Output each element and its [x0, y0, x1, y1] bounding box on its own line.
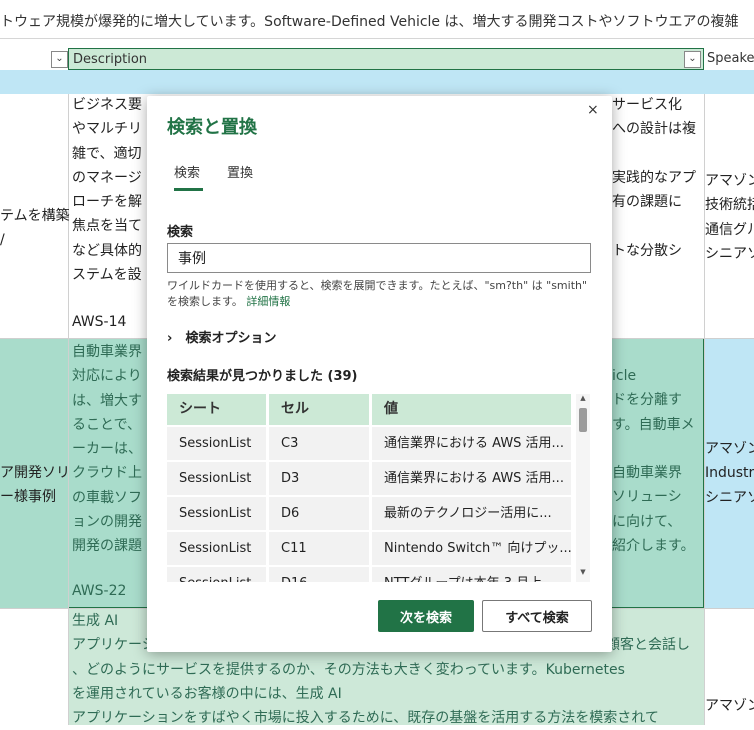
result-sheet[interactable]: SessionList — [167, 497, 266, 530]
find-all-button[interactable]: すべて検索 — [482, 600, 592, 632]
cell-text: AWS-22 — [72, 583, 127, 599]
result-sheet[interactable]: SessionList — [167, 567, 266, 582]
learn-more-link[interactable]: 詳細情報 — [246, 295, 290, 308]
cell-text: icle ドを分離す す。自動車メ 自動車業界 ソリューシ に向けて、 紹介します。 — [612, 368, 695, 555]
tab-find[interactable]: 検索 — [174, 162, 200, 181]
result-sheet[interactable]: SessionList — [167, 427, 266, 460]
grid-line — [68, 94, 69, 725]
header-band — [0, 70, 754, 94]
column-header-sheet[interactable]: シート — [167, 394, 266, 425]
results-table: シート セル 値 SessionList C3 通信業界における AWS 活用.… — [167, 394, 571, 582]
find-replace-dialog: 検索と置換 × 検索 置換 検索 ワイルドカードを使用すると、検索を展開できます… — [147, 96, 612, 652]
close-icon[interactable]: × — [587, 102, 599, 118]
column-header-row: ⌄ Description ⌄ Speakers — [0, 48, 754, 70]
cell-text: アマゾン — [705, 698, 754, 714]
results-scrollbar[interactable]: ▲ ▼ — [576, 394, 590, 582]
cell-text: アマゾンIndustr シニアソ — [705, 441, 754, 506]
cell-text: サービス化 への設計は複 実践的なアプ 有の課題に トな分散シ — [612, 97, 696, 259]
chevron-right-icon: › — [167, 331, 173, 346]
results-title: 検索結果が見つかりました (39) — [167, 369, 358, 384]
cell-text: / — [0, 232, 5, 248]
tab-find-label: 検索 — [174, 166, 201, 181]
search-input[interactable] — [167, 243, 591, 273]
scroll-up-icon[interactable]: ▲ — [576, 394, 590, 406]
cell-text: ア開発ソリ ー様事例 — [0, 465, 70, 506]
search-options-toggle[interactable]: › 検索オプション — [167, 327, 277, 346]
cell-text: 顧客と会話し — [606, 637, 690, 653]
result-value[interactable]: 最新のテクノロジー活用に... — [372, 497, 571, 530]
result-value[interactable]: Nintendo Switch™ 向けプッ... — [372, 532, 571, 565]
filter-dropdown-icon[interactable]: ⌄ — [684, 51, 701, 68]
dialog-title: 検索と置換 — [167, 117, 257, 138]
find-next-button[interactable]: 次を検索 — [378, 600, 474, 632]
column-header-cell[interactable]: セル — [269, 394, 369, 425]
result-value[interactable]: NTTグループは本年 3 月上... — [372, 567, 571, 582]
result-cell[interactable]: C3 — [269, 427, 369, 460]
result-cell[interactable]: D6 — [269, 497, 369, 530]
description-header-label: Description — [73, 52, 148, 67]
result-sheet[interactable]: SessionList — [167, 532, 266, 565]
result-cell[interactable]: D16 — [269, 567, 369, 582]
formula-bar[interactable]: トウェア規模が爆発的に増大しています。Software-Defined Vehi… — [0, 0, 754, 39]
cell-text: AWS-14 — [72, 314, 127, 330]
formula-bar-text: トウェア規模が爆発的に増大しています。Software-Defined Vehi… — [0, 14, 739, 30]
result-sheet[interactable]: SessionList — [167, 462, 266, 495]
description-column-header[interactable]: Description — [68, 48, 704, 70]
column-header-value[interactable]: 値 — [372, 394, 571, 425]
speakers-header-label: Speakers — [707, 51, 754, 66]
scroll-down-icon[interactable]: ▼ — [576, 568, 590, 580]
search-options-label: 検索オプション — [185, 331, 277, 346]
filter-dropdown-icon[interactable]: ⌄ — [51, 51, 68, 68]
search-label: 検索 — [167, 225, 194, 240]
cell-text: アマゾン技術統括 通信グルシニアソ — [705, 173, 754, 262]
help-text: ワイルドカードを使用すると、検索を展開できます。たとえば、"sm?th" は "… — [167, 279, 588, 308]
tab-replace-label: 置換 — [227, 166, 254, 181]
active-tab-indicator — [174, 188, 203, 191]
result-cell[interactable]: C11 — [269, 532, 369, 565]
result-cell[interactable]: D3 — [269, 462, 369, 495]
cell-text: ビジネス要 やマルチリ 雑で、適切 のマネージ ローチを解 焦点を当て など具体的 ステ… — [72, 97, 142, 284]
result-value[interactable]: 通信業界における AWS 活用... — [372, 427, 571, 460]
speakers-column-header[interactable]: Speakers — [705, 48, 754, 70]
tab-replace[interactable]: 置換 — [227, 162, 253, 181]
scroll-thumb[interactable] — [579, 408, 587, 432]
cell-text: テムを構築 — [0, 208, 70, 224]
result-value[interactable]: 通信業界における AWS 活用... — [372, 462, 571, 495]
cell-text: 自動車業界 対応により は、増大す ることで、 ーカーは、 クラウド上 の車載ソフ ョン… — [72, 344, 142, 555]
